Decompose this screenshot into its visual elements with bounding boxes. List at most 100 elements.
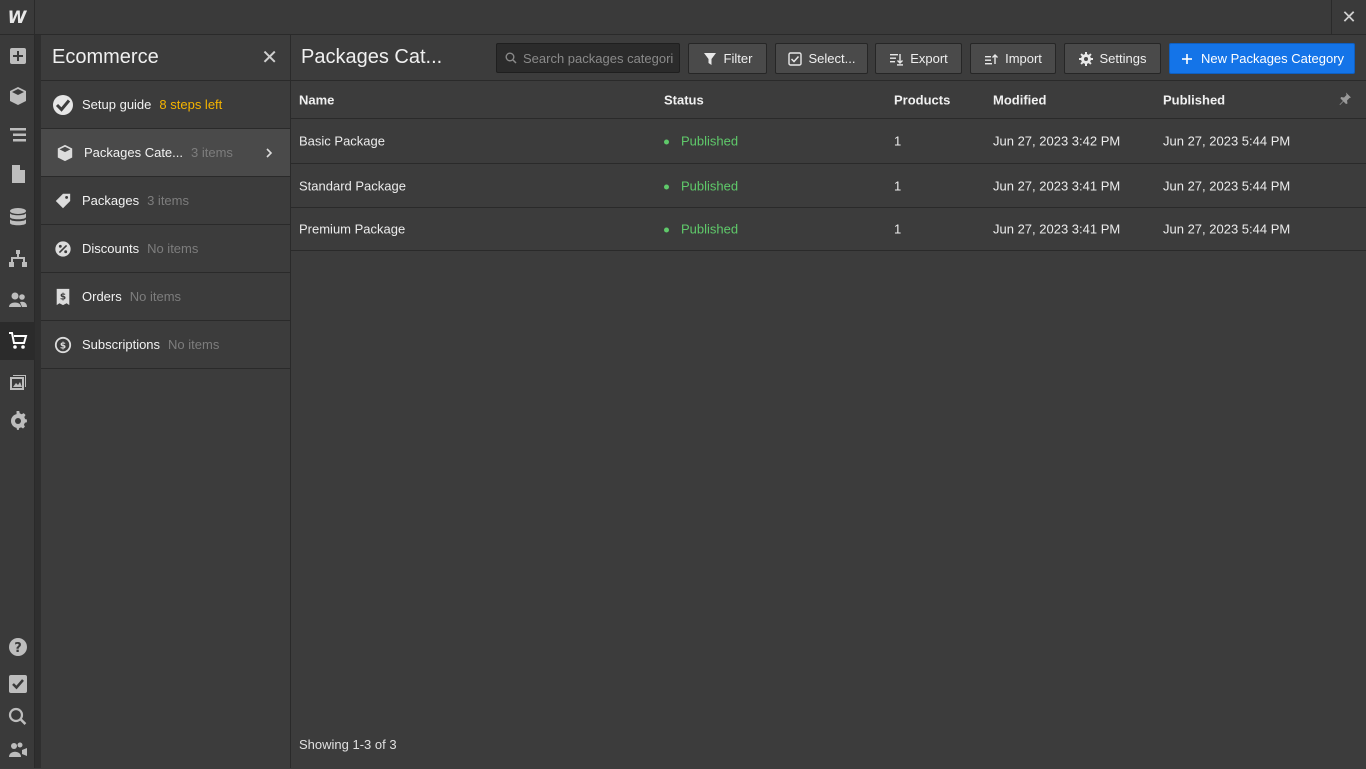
table-header: Name Status Products Modified Published <box>291 81 1366 119</box>
video-users-icon[interactable] <box>0 731 35 769</box>
cart-icon[interactable] <box>0 322 35 360</box>
tag-icon <box>53 191 73 211</box>
nav-item-discounts[interactable]: Discounts No items <box>41 225 290 273</box>
plus-icon <box>1181 53 1192 64</box>
svg-text:$: $ <box>60 341 66 351</box>
nav-item-count: No items <box>147 241 199 256</box>
nav-item-packages[interactable]: Packages 3 items <box>41 177 290 225</box>
checkbox-icon <box>787 51 802 66</box>
select-label: Select... <box>808 51 856 66</box>
column-header-status[interactable]: Status <box>664 92 704 107</box>
row-name: Standard Package <box>299 178 406 193</box>
nav-item-label: Setup guide <box>82 97 152 112</box>
search-input[interactable] <box>523 50 673 66</box>
collection-main: Packages Cat... Filter Select... Export … <box>291 35 1366 768</box>
receipt-icon: $ <box>53 287 73 307</box>
ecommerce-panel: Ecommerce ✕ Setup guide 8 steps left Pac… <box>41 35 291 768</box>
nav-item-count: 3 items <box>191 145 233 160</box>
panel-header: Ecommerce ✕ <box>41 35 290 81</box>
gear-icon <box>1078 51 1093 66</box>
export-label: Export <box>910 51 948 66</box>
search-icon <box>505 52 517 64</box>
filter-label: Filter <box>723 51 753 66</box>
pin-icon[interactable] <box>1338 91 1352 108</box>
row-modified: Jun 27, 2023 3:41 PM <box>993 221 1121 237</box>
row-published: Jun 27, 2023 5:44 PM <box>1163 133 1291 149</box>
chevron-right-icon <box>264 145 274 161</box>
import-icon <box>985 53 999 64</box>
row-products: 1 <box>894 221 902 237</box>
nav-item-count: 3 items <box>147 193 189 208</box>
nav-item-label: Packages <box>82 193 140 208</box>
row-name: Basic Package <box>299 133 385 149</box>
collection-table: Name Status Products Modified Published … <box>291 81 1366 251</box>
import-label: Import <box>1005 51 1042 66</box>
nav-item-label: Subscriptions <box>82 337 161 352</box>
row-products: 1 <box>894 178 902 193</box>
subscription-icon: $ <box>53 335 73 355</box>
collection-toolbar: Packages Cat... Filter Select... Export … <box>291 35 1366 81</box>
panel-title: Ecommerce <box>52 46 159 68</box>
row-modified: Jun 27, 2023 3:41 PM <box>993 178 1121 193</box>
row-status: Published <box>664 134 738 149</box>
navigator-icon[interactable] <box>0 116 35 154</box>
export-button[interactable]: Export <box>875 43 962 74</box>
filter-button[interactable]: Filter <box>688 43 767 74</box>
users-icon[interactable] <box>0 281 35 319</box>
showing-count: Showing 1-3 of 3 <box>299 737 397 752</box>
webflow-logo[interactable]: W <box>0 0 35 35</box>
row-published: Jun 27, 2023 5:44 PM <box>1163 221 1291 237</box>
nav-item-subscriptions[interactable]: $ Subscriptions No items <box>41 321 290 369</box>
nav-item-label: Discounts <box>82 241 140 256</box>
top-bar: W ✕ <box>0 0 1366 35</box>
row-published: Jun 27, 2023 5:44 PM <box>1163 178 1291 193</box>
export-icon <box>890 53 904 66</box>
column-header-published[interactable]: Published <box>1163 92 1225 107</box>
status-dot-icon <box>664 184 669 190</box>
row-products: 1 <box>894 133 902 149</box>
nav-item-count: No items <box>129 289 182 304</box>
nav-item-count: No items <box>168 337 220 352</box>
cube-icon[interactable] <box>0 77 35 115</box>
discount-badge-icon <box>53 239 73 259</box>
close-panel-button[interactable]: ✕ <box>261 45 278 70</box>
collection-title: Packages Cat... <box>301 46 443 68</box>
status-dot-icon <box>664 227 669 233</box>
status-label: Published <box>681 221 739 237</box>
nav-item-setup-guide[interactable]: Setup guide 8 steps left <box>41 81 290 129</box>
filter-icon <box>703 52 716 65</box>
row-status: Published <box>664 178 738 193</box>
column-header-name[interactable]: Name <box>299 92 334 107</box>
add-elements-icon[interactable] <box>0 37 35 75</box>
column-header-products[interactable]: Products <box>894 92 950 107</box>
import-button[interactable]: Import <box>970 43 1056 74</box>
close-designer-button[interactable]: ✕ <box>1331 0 1366 35</box>
status-label: Published <box>681 178 739 193</box>
gear-icon[interactable] <box>0 402 35 440</box>
new-packages-category-button[interactable]: New Packages Category <box>1169 43 1355 74</box>
svg-text:?: ? <box>14 641 22 656</box>
nav-item-label: Orders <box>82 289 122 304</box>
settings-button[interactable]: Settings <box>1064 43 1161 74</box>
logic-icon[interactable] <box>0 240 35 278</box>
help-icon[interactable]: ? <box>0 628 35 666</box>
left-toolbar: ? <box>0 35 35 768</box>
column-header-modified[interactable]: Modified <box>993 92 1046 107</box>
nav-item-packages-categories[interactable]: Packages Cate... 3 items <box>41 129 290 177</box>
row-name: Premium Package <box>299 221 406 237</box>
assets-icon[interactable] <box>0 363 35 401</box>
table-row[interactable]: Premium Package Published 1 Jun 27, 2023… <box>291 208 1366 251</box>
table-row[interactable]: Standard Package Published 1 Jun 27, 202… <box>291 164 1366 208</box>
nav-item-orders[interactable]: $ Orders No items <box>41 273 290 321</box>
search-box[interactable] <box>496 43 680 73</box>
new-packages-category-label: New Packages Category <box>1200 51 1345 66</box>
select-button[interactable]: Select... <box>775 43 868 74</box>
database-icon[interactable] <box>0 198 35 236</box>
status-label: Published <box>681 133 739 149</box>
page-icon[interactable] <box>0 155 35 193</box>
settings-label: Settings <box>1099 51 1147 66</box>
check-circle-icon <box>53 94 73 115</box>
row-modified: Jun 27, 2023 3:42 PM <box>993 133 1121 149</box>
table-row[interactable]: Basic Package Published 1 Jun 27, 2023 3… <box>291 119 1366 164</box>
status-dot-icon <box>664 139 669 145</box>
